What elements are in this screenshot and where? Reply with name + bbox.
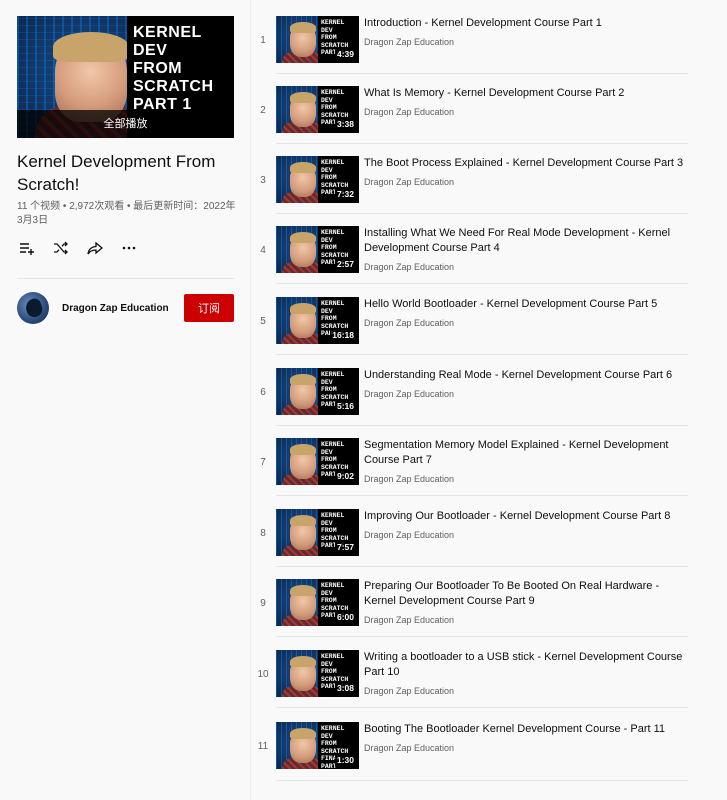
channel-row: Dragon Zap Education 订阅: [17, 290, 234, 326]
video-channel[interactable]: Dragon Zap Education: [364, 615, 454, 625]
video-channel[interactable]: Dragon Zap Education: [364, 107, 454, 117]
video-title[interactable]: Understanding Real Mode - Kernel Develop…: [364, 368, 690, 383]
video-title[interactable]: The Boot Process Explained - Kernel Deve…: [364, 156, 690, 171]
divider: [276, 425, 688, 426]
video-channel[interactable]: Dragon Zap Education: [364, 743, 454, 753]
video-channel[interactable]: Dragon Zap Education: [364, 177, 454, 187]
video-thumbnail[interactable]: KERNEL DEV FROM SCRATCH FINAL PART 1:30: [276, 722, 359, 769]
video-index: 4: [260, 245, 266, 256]
shuffle-icon[interactable]: [51, 238, 71, 258]
presenter-hair: [290, 444, 316, 455]
presenter-hair: [290, 303, 316, 314]
video-duration: 6:00: [334, 612, 356, 623]
video-channel[interactable]: Dragon Zap Education: [364, 530, 454, 540]
video-duration: 4:39: [334, 49, 356, 60]
video-index: 9: [260, 598, 266, 609]
video-duration: 9:02: [334, 471, 356, 482]
presenter-hair: [290, 515, 316, 526]
playlist-actions: [17, 238, 139, 258]
video-channel[interactable]: Dragon Zap Education: [364, 37, 454, 47]
video-thumbnail[interactable]: KERNEL DEV FROM SCRATCH PART 2 3:38: [276, 86, 359, 133]
presenter-hair: [290, 728, 316, 739]
video-index: 1: [260, 35, 266, 46]
divider: [276, 73, 688, 74]
video-index: 2: [260, 105, 266, 116]
playlist-sidebar: KERNEL DEV FROM SCRATCH PART 1 全部播放 Kern…: [0, 0, 251, 800]
video-thumbnail[interactable]: KERNEL DEV FROM SCRATCH PART 7 9:02: [276, 438, 359, 485]
video-duration: 5:16: [334, 401, 356, 412]
divider: [276, 143, 688, 144]
video-channel[interactable]: Dragon Zap Education: [364, 262, 454, 272]
video-title[interactable]: Hello World Bootloader - Kernel Developm…: [364, 297, 690, 312]
video-thumbnail[interactable]: KERNEL DEV FROM SCRATCH PART 1 4:39: [276, 16, 359, 63]
video-duration: 16:18: [330, 330, 356, 341]
playlist-title: Kernel Development From Scratch!: [17, 152, 216, 194]
video-thumbnail[interactable]: KERNEL DEV FROM SCRATCH PART 10 3:08: [276, 650, 359, 697]
video-index: 8: [260, 528, 266, 539]
presenter-hair: [290, 92, 316, 103]
video-duration: 2:57: [334, 259, 356, 270]
divider: [276, 354, 688, 355]
thumbnail-text: KERNEL DEV FROM SCRATCH PART 1: [133, 24, 214, 113]
channel-avatar[interactable]: [17, 292, 49, 324]
presenter-hair: [290, 22, 316, 33]
video-title[interactable]: Preparing Our Bootloader To Be Booted On…: [364, 579, 690, 609]
divider: [276, 566, 688, 567]
presenter-hair: [53, 32, 129, 62]
video-duration: 1:30: [334, 755, 356, 766]
video-channel[interactable]: Dragon Zap Education: [364, 389, 454, 399]
presenter-hair: [290, 656, 316, 667]
video-channel[interactable]: Dragon Zap Education: [364, 686, 454, 696]
video-duration: 7:57: [334, 542, 356, 553]
divider: [276, 780, 688, 781]
video-index: 7: [260, 457, 266, 468]
more-icon[interactable]: [119, 238, 139, 258]
video-title[interactable]: Booting The Bootloader Kernel Developmen…: [364, 722, 690, 737]
video-index: 3: [260, 175, 266, 186]
channel-name[interactable]: Dragon Zap Education: [62, 303, 184, 314]
video-index: 11: [257, 741, 269, 752]
video-index: 10: [257, 669, 269, 680]
playlist-thumbnail[interactable]: KERNEL DEV FROM SCRATCH PART 1 全部播放: [17, 16, 234, 138]
video-title[interactable]: Writing a bootloader to a USB stick - Ke…: [364, 650, 690, 680]
video-thumbnail[interactable]: KERNEL DEV FROM SCRATCH PART 4 2:57: [276, 226, 359, 273]
video-thumbnail[interactable]: KERNEL DEV FROM SCRATCH PART 3 7:32: [276, 156, 359, 203]
video-duration: 3:08: [334, 683, 356, 694]
divider: [276, 283, 688, 284]
video-title[interactable]: Installing What We Need For Real Mode De…: [364, 226, 690, 256]
play-all-button[interactable]: 全部播放: [17, 110, 234, 138]
save-to-playlist-icon[interactable]: [17, 238, 37, 258]
video-index: 6: [260, 387, 266, 398]
video-index: 5: [260, 316, 266, 327]
divider: [17, 278, 234, 279]
playlist-video-list: 1 KERNEL DEV FROM SCRATCH PART 1 4:39 In…: [252, 0, 727, 800]
video-title[interactable]: What Is Memory - Kernel Development Cour…: [364, 86, 690, 101]
subscribe-button[interactable]: 订阅: [184, 294, 234, 322]
video-duration: 3:38: [334, 119, 356, 130]
divider: [276, 495, 688, 496]
video-channel[interactable]: Dragon Zap Education: [364, 318, 454, 328]
video-thumbnail[interactable]: KERNEL DEV FROM SCRATCH PART 8 7:57: [276, 509, 359, 556]
presenter-hair: [290, 374, 316, 385]
share-icon[interactable]: [85, 238, 105, 258]
presenter-hair: [290, 232, 316, 243]
video-thumbnail[interactable]: KERNEL DEV FROM SCRATCH PART 5 16:18: [276, 297, 359, 344]
video-title[interactable]: Introduction - Kernel Development Course…: [364, 16, 690, 31]
divider: [276, 707, 688, 708]
presenter-hair: [290, 162, 316, 173]
divider: [276, 213, 688, 214]
video-title[interactable]: Improving Our Bootloader - Kernel Develo…: [364, 509, 690, 524]
video-thumbnail[interactable]: KERNEL DEV FROM SCRATCH PART 9 6:00: [276, 579, 359, 626]
video-thumbnail[interactable]: KERNEL DEV FROM SCRATCH PART 6 5:16: [276, 368, 359, 415]
video-duration: 7:32: [334, 189, 356, 200]
presenter-hair: [290, 585, 316, 596]
video-title[interactable]: Segmentation Memory Model Explained - Ke…: [364, 438, 690, 468]
playlist-stats: 11 个视频 • 2,972次观看 • 最后更新时间：2022年3月3日: [17, 201, 236, 226]
video-channel[interactable]: Dragon Zap Education: [364, 474, 454, 484]
divider: [276, 636, 688, 637]
